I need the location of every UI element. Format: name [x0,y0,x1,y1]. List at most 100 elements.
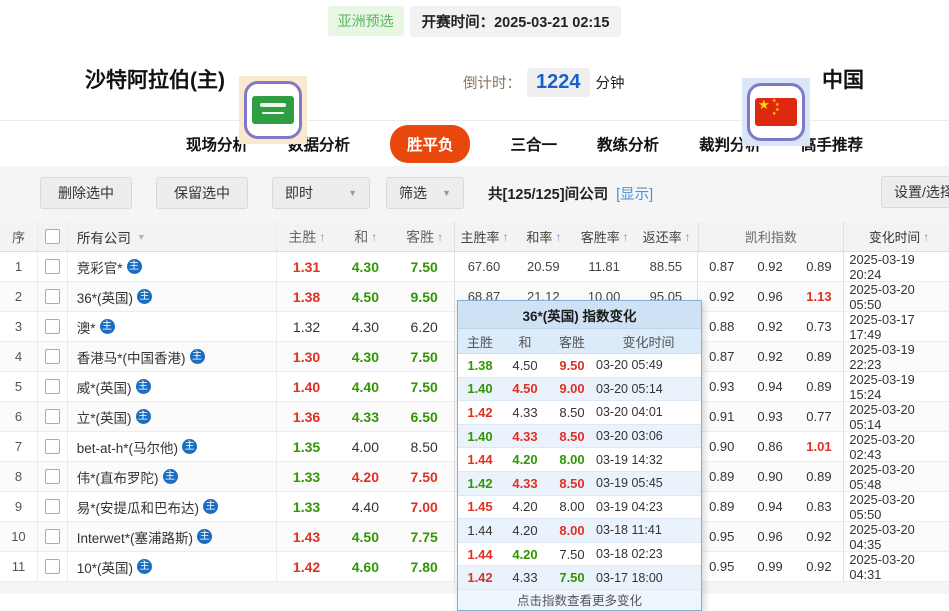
row-seq: 9 [0,492,38,521]
odds-cell[interactable]: 4.20 [336,462,395,491]
away-flag: ★ ★ ★ ★ ★ [742,78,810,146]
odds-change-popup: 36*(英国) 指数变化 主胜 和 客胜 变化时间 1.384.509.5003… [457,300,702,611]
odds-cell[interactable]: 6.50 [395,402,454,431]
popup-odds-cell: 4.50 [502,381,548,396]
nav-tab[interactable]: 胜平负 [390,125,471,163]
odds-cell[interactable]: 7.50 [395,252,454,281]
odds-cell[interactable]: 7.00 [395,492,454,521]
odds-cell[interactable]: 7.50 [395,372,454,401]
col-home-win[interactable]: 主胜 ↑ [277,222,336,251]
popup-row: 1.444.208.0003-18 11:41 [458,519,701,543]
col-return-rate[interactable]: 返还率 ↑ [636,222,698,251]
odds-cell[interactable]: 1.42 [277,552,336,581]
row-checkbox[interactable] [45,559,60,574]
popup-change-time: 03-19 04:23 [596,500,701,514]
odds-cell[interactable]: 1.31 [277,252,336,281]
odds-cell[interactable]: 7.50 [395,462,454,491]
sort-up-icon: ↑ [319,230,325,244]
col-company[interactable]: 所有公司 ▼ [68,222,278,251]
odds-cell[interactable]: 1.40 [277,372,336,401]
popup-change-time: 03-19 05:45 [596,476,701,490]
odds-cell[interactable]: 1.38 [277,282,336,311]
odds-cell[interactable]: 7.75 [395,522,454,551]
row-checkbox[interactable] [45,379,60,394]
row-checkbox[interactable] [45,259,60,274]
select-all-checkbox[interactable] [45,229,60,244]
popup-row: 1.454.208.0003-19 04:23 [458,496,701,520]
countdown-unit: 分钟 [596,72,625,93]
change-time: 2025-03-20 04:35 [843,522,949,551]
col-away-rate[interactable]: 客胜率 ↑ [574,222,636,251]
row-checkbox[interactable] [45,469,60,484]
flag-sword-mark [262,112,284,114]
odds-cell[interactable]: 1.43 [277,522,336,551]
settings-select-button[interactable]: 设置/选择 [881,176,949,208]
odds-cell[interactable]: 1.36 [277,402,336,431]
row-checkbox[interactable] [45,499,60,514]
company-cell: 立*(英国)主 [68,402,277,431]
popup-odds-cell: 7.50 [548,547,596,562]
home-badge-icon: 主 [163,469,178,484]
odds-cell[interactable]: 7.80 [395,552,454,581]
popup-row: 1.424.337.5003-17 18:00 [458,566,701,590]
odds-cell[interactable]: 1.30 [277,342,336,371]
keep-selected-button[interactable]: 保留选中 [156,177,248,209]
row-checkbox[interactable] [45,439,60,454]
odds-cell[interactable]: 4.60 [336,552,395,581]
popup-change-time: 03-20 04:01 [596,405,701,419]
sort-up-icon: ↑ [685,230,691,244]
col-label: 客胜率 [581,227,620,246]
odds-cell[interactable]: 4.30 [336,252,395,281]
odds-cell[interactable]: 4.30 [336,312,395,341]
odds-cell[interactable]: 1.35 [277,432,336,461]
nav-tab[interactable]: 三合一 [510,133,557,155]
odds-cell[interactable]: 4.50 [336,282,395,311]
col-away-win[interactable]: 客胜 ↑ [395,222,454,251]
show-link[interactable]: [显示] [616,183,653,204]
kelly-cell: 0.94 [746,492,795,521]
odds-cell[interactable]: 4.30 [336,342,395,371]
kelly-cell: 0.83 [794,492,843,521]
popup-change-time: 03-18 02:23 [596,547,701,561]
home-team-name: 沙特阿拉伯(主) [85,64,225,94]
row-checkbox[interactable] [45,529,60,544]
row-checkbox[interactable] [45,319,60,334]
col-company-label: 所有公司 [77,227,131,247]
odds-cell[interactable]: 8.50 [395,432,454,461]
row-checkbox[interactable] [45,289,60,304]
odds-cell[interactable]: 9.50 [395,282,454,311]
row-checkbox[interactable] [45,409,60,424]
col-draw[interactable]: 和 ↑ [336,222,395,251]
popup-odds-cell: 7.50 [548,570,596,585]
popup-row: 1.404.338.5003-20 03:06 [458,425,701,449]
odds-cell[interactable]: 4.50 [336,522,395,551]
col-home-rate[interactable]: 主胜率 ↑ [454,222,514,251]
change-time: 2025-03-19 22:23 [843,342,949,371]
odds-cell[interactable]: 4.33 [336,402,395,431]
popup-odds-cell: 1.44 [458,523,502,538]
odds-cell[interactable]: 7.50 [395,342,454,371]
row-checkbox-cell [38,552,68,581]
filter-dropdown[interactable]: 筛选 ▼ [386,177,464,209]
odds-cell[interactable]: 4.40 [336,372,395,401]
odds-cell[interactable]: 1.32 [277,312,336,341]
nav-tab[interactable]: 高手推荐 [801,133,863,155]
odds-cell[interactable]: 4.00 [336,432,395,461]
col-label: 返还率 [643,227,682,246]
row-checkbox[interactable] [45,349,60,364]
nav-tab[interactable]: 教练分析 [597,133,659,155]
col-draw-rate[interactable]: 和率 ↑ [514,222,574,251]
odds-cell[interactable]: 1.33 [277,492,336,521]
league-badge: 亚洲预选 [328,6,404,36]
odds-cell[interactable]: 6.20 [395,312,454,341]
col-change-time[interactable]: 变化时间 ↑ [843,222,949,251]
kelly-cell: 0.93 [746,402,795,431]
odds-cell[interactable]: 1.33 [277,462,336,491]
company-cell: 澳*主 [68,312,277,341]
company-name: 10*(英国) [77,557,133,577]
table-row[interactable]: 1竞彩官*主1.314.307.5067.6020.5911.8188.550.… [0,252,949,282]
instant-dropdown[interactable]: 即时 ▼ [272,177,370,209]
popup-odds-cell: 4.33 [502,405,548,420]
odds-cell[interactable]: 4.40 [336,492,395,521]
delete-selected-button[interactable]: 删除选中 [40,177,132,209]
